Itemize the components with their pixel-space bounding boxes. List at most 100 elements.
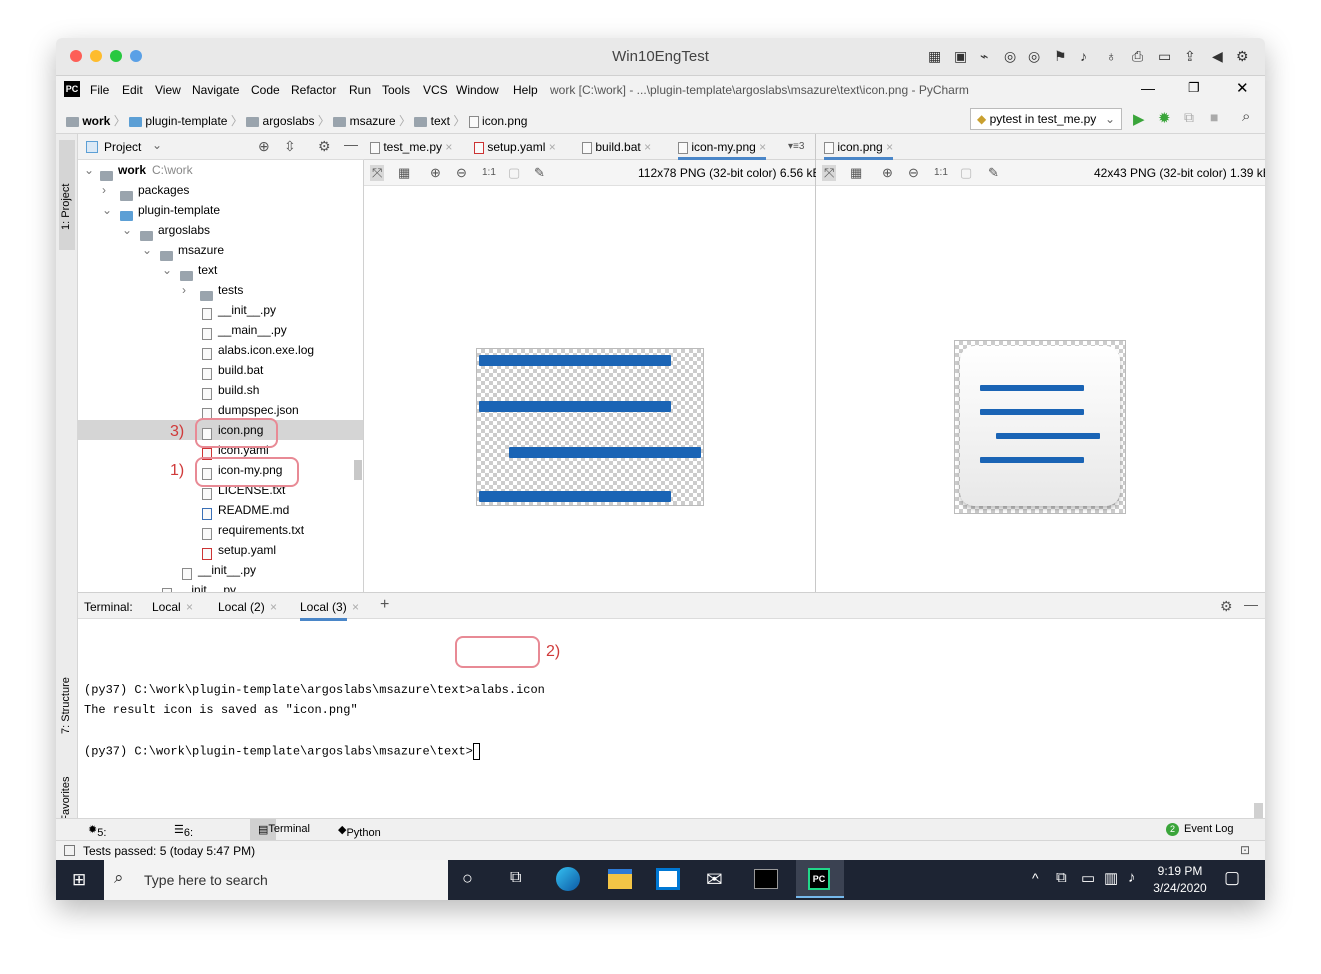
project-tool-label[interactable]: 1: Project bbox=[60, 184, 72, 230]
tree-item-work[interactable]: ⌄ work C:\work bbox=[78, 160, 363, 181]
collapse-all-icon[interactable]: ⇳ bbox=[284, 138, 296, 155]
tree-item-argoslabs-init[interactable]: __init__.py bbox=[78, 580, 363, 592]
menu-run[interactable]: Run bbox=[349, 83, 371, 97]
cmd-icon[interactable] bbox=[754, 869, 778, 889]
tree-item-tests[interactable]: › tests bbox=[78, 280, 363, 301]
back-arrow-icon[interactable]: ◀ bbox=[1212, 48, 1223, 65]
chevron-right-icon[interactable]: › bbox=[102, 180, 106, 200]
menu-file[interactable]: File bbox=[90, 83, 109, 97]
menu-code[interactable]: Code bbox=[251, 83, 280, 97]
close-icon[interactable]: × bbox=[270, 600, 277, 614]
tree-item-readme[interactable]: README.md bbox=[78, 500, 363, 520]
close-icon[interactable]: × bbox=[886, 140, 893, 154]
fit-icon[interactable]: ⤧ bbox=[370, 165, 385, 181]
share-icon[interactable]: ⇪ bbox=[1184, 48, 1196, 65]
menu-navigate[interactable]: Navigate bbox=[192, 83, 239, 97]
chevron-down-icon[interactable]: ⌄ bbox=[84, 160, 94, 180]
search-icon[interactable]: ⌕ bbox=[1242, 108, 1250, 125]
tab-overflow[interactable]: ▾≡3 bbox=[788, 134, 804, 160]
disc-icon[interactable]: ◎ bbox=[1004, 48, 1016, 65]
volume-icon[interactable]: ♪ bbox=[1128, 869, 1136, 886]
hide-icon[interactable]: — bbox=[1244, 596, 1258, 612]
debug-tool-tab[interactable]: ✹ 5: Debug bbox=[88, 823, 130, 851]
usb-icon[interactable]: ⌁ bbox=[980, 48, 988, 65]
mail-icon[interactable]: ✉ bbox=[706, 867, 723, 892]
close-icon[interactable]: × bbox=[186, 600, 193, 614]
tab-setup-yaml[interactable]: setup.yaml × bbox=[474, 134, 556, 160]
locate-icon[interactable]: ⊕ bbox=[258, 138, 270, 155]
zoom-out-icon[interactable]: ⊖ bbox=[908, 165, 919, 181]
task-view-icon[interactable]: ⧉ bbox=[510, 869, 521, 887]
chevron-down-icon[interactable]: ⌄ bbox=[122, 220, 132, 240]
run-config-select[interactable]: ◆ pytest in test_me.py ⌄ bbox=[970, 108, 1122, 130]
eyedropper-icon[interactable]: ✎ bbox=[534, 165, 545, 181]
tree-item-requirements[interactable]: requirements.txt bbox=[78, 520, 363, 540]
tree-scrollbar[interactable] bbox=[354, 460, 362, 480]
background-icon[interactable]: ▢ bbox=[508, 165, 520, 181]
tree-item-build-sh[interactable]: build.sh bbox=[78, 380, 363, 400]
breadcrumb-work[interactable]: work bbox=[82, 114, 110, 128]
breadcrumb-plugin-template[interactable]: plugin-template bbox=[145, 114, 227, 128]
chevron-right-icon[interactable]: › bbox=[182, 280, 186, 300]
battery-icon[interactable]: ▭ bbox=[1081, 869, 1095, 887]
tree-item-main-py[interactable]: __main__.py bbox=[78, 320, 363, 340]
taskbar-date[interactable]: 3/24/2020 bbox=[1150, 881, 1210, 895]
printer-icon[interactable]: ⎙ bbox=[1132, 48, 1143, 65]
tree-item-packages[interactable]: › packages bbox=[78, 180, 363, 201]
tab-test-me-py[interactable]: test_me.py × bbox=[370, 134, 452, 160]
chevron-down-icon[interactable]: ⌄ bbox=[152, 138, 162, 152]
menu-window[interactable]: Window bbox=[456, 83, 499, 97]
close-icon[interactable]: × bbox=[549, 140, 556, 154]
actual-size-button[interactable]: 1:1 bbox=[482, 167, 496, 178]
run-icon[interactable]: ▶ bbox=[1133, 110, 1145, 128]
tree-item-setup-yaml[interactable]: setup.yaml bbox=[78, 540, 363, 560]
actual-size-button[interactable]: 1:1 bbox=[934, 167, 948, 178]
close-icon[interactable]: × bbox=[644, 140, 651, 154]
fit-icon[interactable]: ⤧ bbox=[822, 165, 837, 181]
todo-tool-tab[interactable]: ☰ 6: TODO bbox=[174, 823, 215, 851]
breadcrumb-icon-png[interactable]: icon.png bbox=[482, 114, 527, 128]
terminal-tab-local-2[interactable]: Local (2) bbox=[218, 600, 265, 614]
restore-button[interactable]: ❐ bbox=[1188, 80, 1200, 96]
coverage-icon[interactable]: ⧉ bbox=[1184, 109, 1194, 126]
close-button[interactable]: ✕ bbox=[1236, 79, 1249, 97]
chevron-down-icon[interactable]: ⌄ bbox=[102, 200, 112, 220]
minimize-button[interactable]: — bbox=[1141, 80, 1155, 96]
camera-icon[interactable]: ▭ bbox=[1158, 48, 1171, 65]
tree-item-build-bat[interactable]: build.bat bbox=[78, 360, 363, 380]
windows-start-icon[interactable]: ⊞ bbox=[72, 870, 86, 890]
toggle-tool-windows-icon[interactable] bbox=[64, 845, 75, 856]
keyboard-icon[interactable]: ▦ bbox=[928, 48, 941, 65]
menu-edit[interactable]: Edit bbox=[122, 83, 143, 97]
mic-icon[interactable]: ♁ bbox=[1106, 48, 1117, 64]
tree-item-exe-log[interactable]: alabs.icon.exe.log bbox=[78, 340, 363, 360]
tree-item-argoslabs[interactable]: ⌄ argoslabs bbox=[78, 220, 363, 241]
tree-item-plugin-template[interactable]: ⌄ plugin-template bbox=[78, 200, 363, 221]
breadcrumb-argoslabs[interactable]: argoslabs bbox=[263, 114, 315, 128]
cortana-icon[interactable]: ○ bbox=[462, 868, 473, 889]
menu-refactor[interactable]: Refactor bbox=[291, 83, 336, 97]
gear-icon[interactable]: ⚙ bbox=[318, 138, 331, 155]
close-icon[interactable]: × bbox=[445, 140, 452, 154]
tab-icon-my-png[interactable]: icon-my.png × bbox=[678, 134, 767, 160]
tab-build-bat[interactable]: build.bat × bbox=[582, 134, 651, 160]
debug-icon[interactable]: ✹ bbox=[1158, 109, 1171, 127]
menu-vcs[interactable]: VCS bbox=[423, 83, 448, 97]
structure-tool-label[interactable]: 7: Structure bbox=[60, 677, 72, 734]
stop-icon[interactable]: ■ bbox=[1210, 109, 1218, 125]
edge-icon[interactable] bbox=[556, 867, 580, 891]
close-icon[interactable]: × bbox=[352, 600, 359, 614]
grid-icon[interactable]: ▦ bbox=[398, 165, 410, 181]
tray-app-icon[interactable]: ⧉ bbox=[1056, 869, 1067, 886]
lock-icon[interactable]: ⊡ bbox=[1240, 843, 1250, 857]
taskbar-search[interactable]: ⌕ Type here to search bbox=[104, 860, 448, 900]
tray-chevron-up-icon[interactable]: ^ bbox=[1032, 870, 1039, 886]
notifications-icon[interactable]: ▢ bbox=[1224, 868, 1240, 888]
network-icon[interactable]: ⚑ bbox=[1054, 48, 1067, 65]
project-view-label[interactable]: Project bbox=[104, 140, 141, 154]
background-icon[interactable]: ▢ bbox=[960, 165, 972, 181]
new-terminal-button[interactable]: + bbox=[380, 596, 389, 614]
eyedropper-icon[interactable]: ✎ bbox=[988, 165, 999, 181]
terminal-tab-local-3[interactable]: Local (3) bbox=[300, 600, 347, 621]
tree-item-msazure[interactable]: ⌄ msazure bbox=[78, 240, 363, 261]
